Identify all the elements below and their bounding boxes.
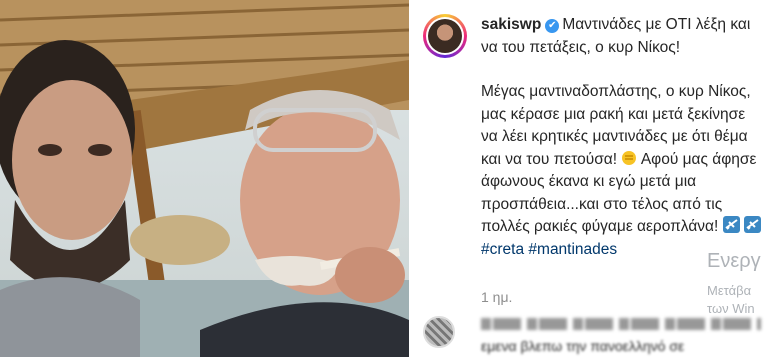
hashtag-mantinades[interactable]: #mantinades [528, 241, 617, 258]
username-link[interactable]: sakiswp [481, 16, 541, 33]
post-photo[interactable] [0, 0, 409, 357]
activation-watermark-text: Μετάβα των Win [707, 282, 755, 318]
watermark-line-3: των Win [707, 301, 755, 316]
post-details-panel: sakiswp ✔ Μαντινάδες με ΟΤΙ λέξη και να το… [409, 0, 768, 357]
airplane-icon [743, 216, 761, 233]
commenter-avatar[interactable] [423, 316, 455, 348]
post-timestamp[interactable]: 1 ημ. [481, 289, 512, 305]
hashtag-creta[interactable]: #creta [481, 241, 524, 258]
verified-badge-icon: ✔ [545, 19, 560, 33]
activation-watermark-title: Ενεργ [707, 250, 761, 272]
post-caption: sakiswp ✔ Μαντινάδες με ΟΤΙ λέξη και να το… [481, 14, 761, 261]
fist-icon [622, 150, 637, 165]
user-avatar[interactable] [423, 14, 467, 58]
comment-redacted [481, 318, 761, 330]
comment-text: εμενα βλεπω την πανοελληνό σε [481, 338, 685, 354]
watermark-line-2: Μετάβα [707, 283, 752, 298]
airplane-icon [722, 216, 740, 233]
